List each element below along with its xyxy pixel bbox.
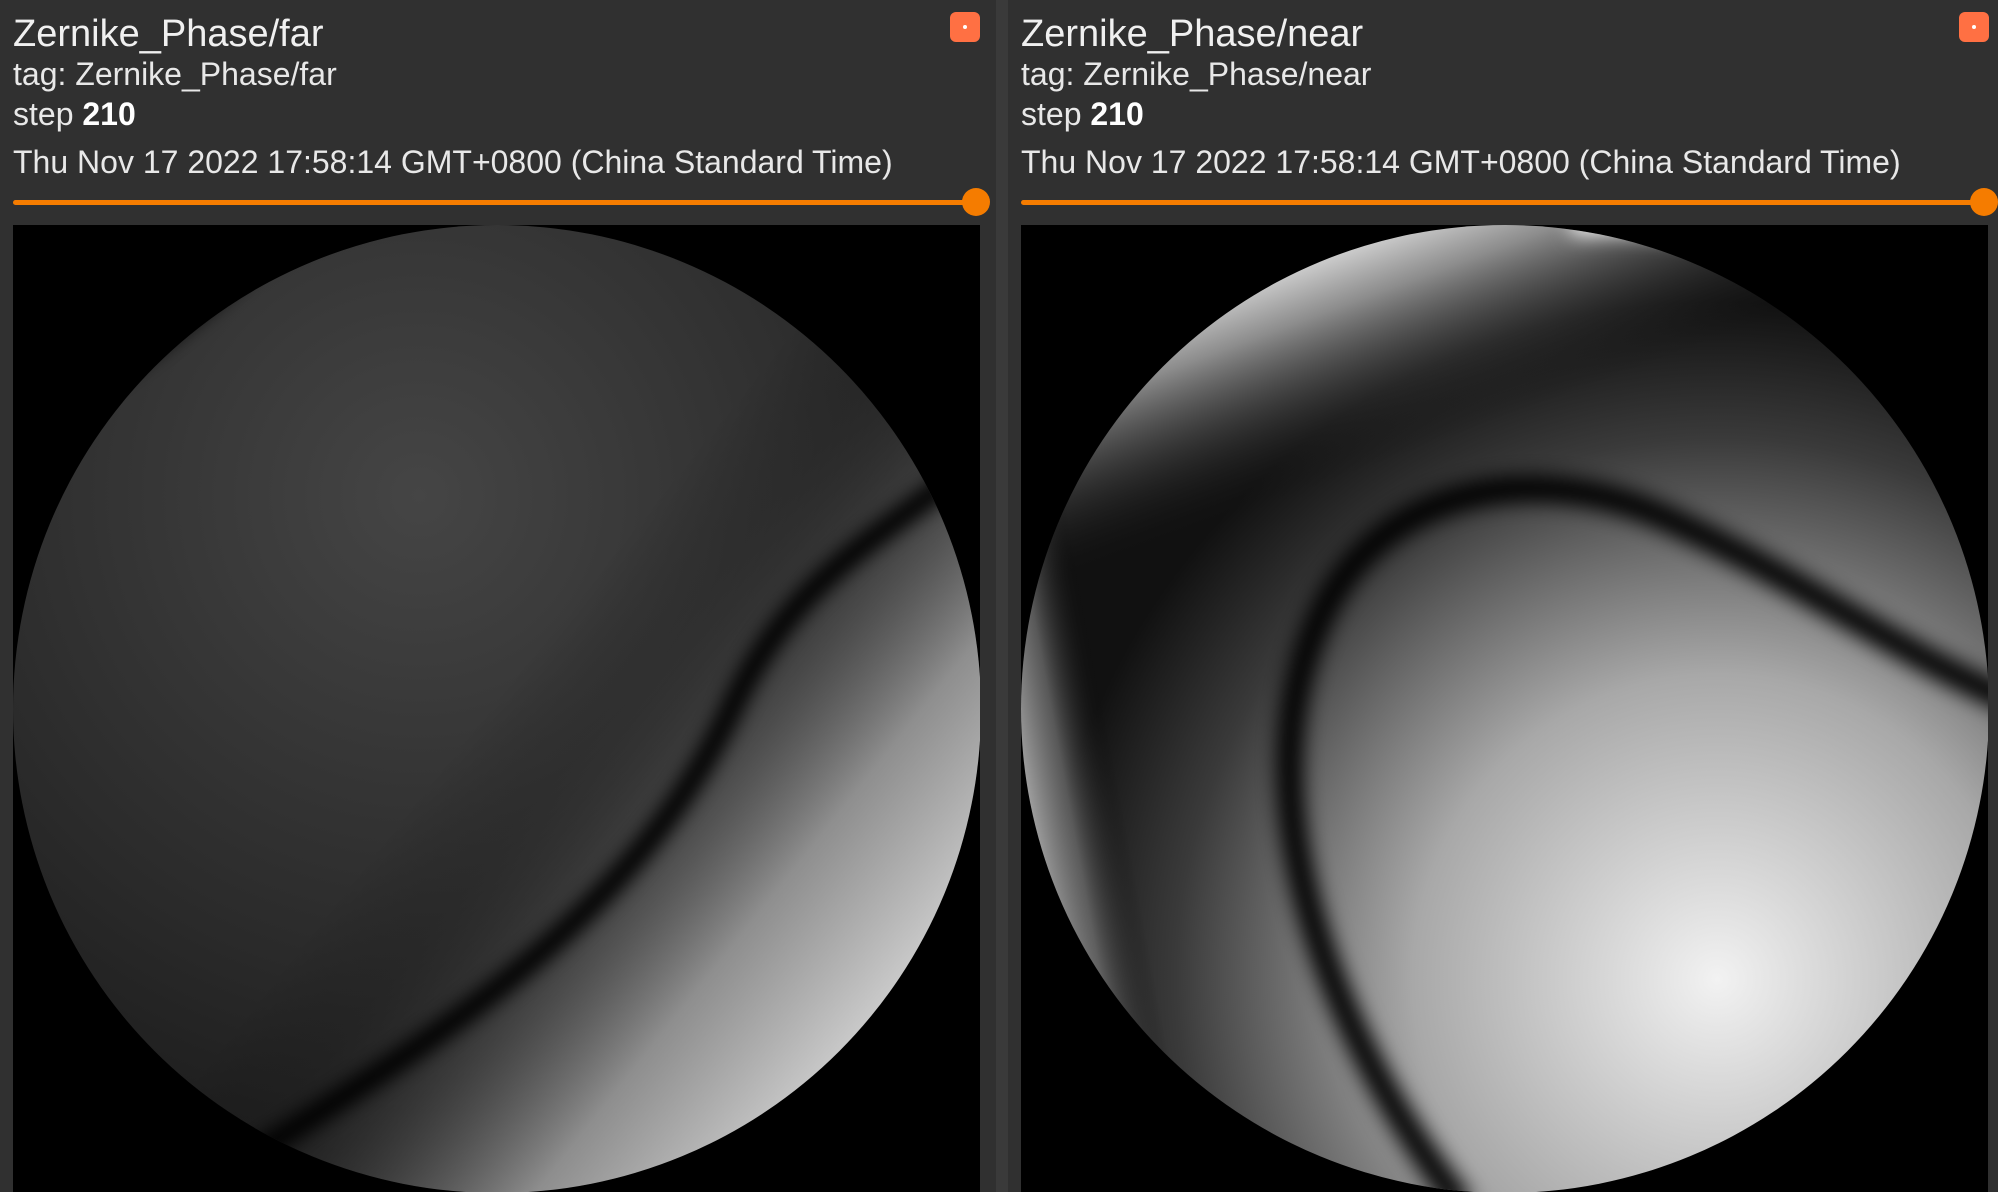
step-value: 210 xyxy=(1090,96,1144,132)
tag-label: tag: Zernike_Phase/near xyxy=(1021,56,1372,92)
card-title: Zernike_Phase/near xyxy=(1021,13,1364,55)
step-slider-thumb[interactable] xyxy=(1970,188,1998,216)
step-slider-thumb[interactable] xyxy=(962,188,990,216)
timestamp: Thu Nov 17 2022 17:58:14 GMT+0800 (China… xyxy=(1021,144,1901,180)
card-menu-button[interactable] xyxy=(1959,12,1989,42)
phase-image[interactable] xyxy=(13,225,980,1192)
step-slider-track[interactable] xyxy=(1021,200,1983,205)
step-label: step xyxy=(13,96,74,132)
phase-image[interactable] xyxy=(1021,225,1988,1192)
step-slider-track[interactable] xyxy=(13,200,975,205)
image-card-far: Zernike_Phase/far tag: Zernike_Phase/far… xyxy=(0,0,996,1192)
card-menu-button[interactable] xyxy=(950,12,980,42)
step-label: step xyxy=(1021,96,1082,132)
step-info: step 210 xyxy=(1021,95,1144,133)
tag-label: tag: Zernike_Phase/far xyxy=(13,56,337,92)
card-title: Zernike_Phase/far xyxy=(13,13,324,55)
phase-image-near-svg xyxy=(1021,225,1988,1192)
image-card-near: Zernike_Phase/near tag: Zernike_Phase/ne… xyxy=(1008,0,1998,1192)
card-divider xyxy=(996,0,1008,1192)
step-info: step 210 xyxy=(13,95,136,133)
timestamp: Thu Nov 17 2022 17:58:14 GMT+0800 (China… xyxy=(13,144,893,180)
step-value: 210 xyxy=(82,96,136,132)
phase-image-far-svg xyxy=(13,225,980,1192)
